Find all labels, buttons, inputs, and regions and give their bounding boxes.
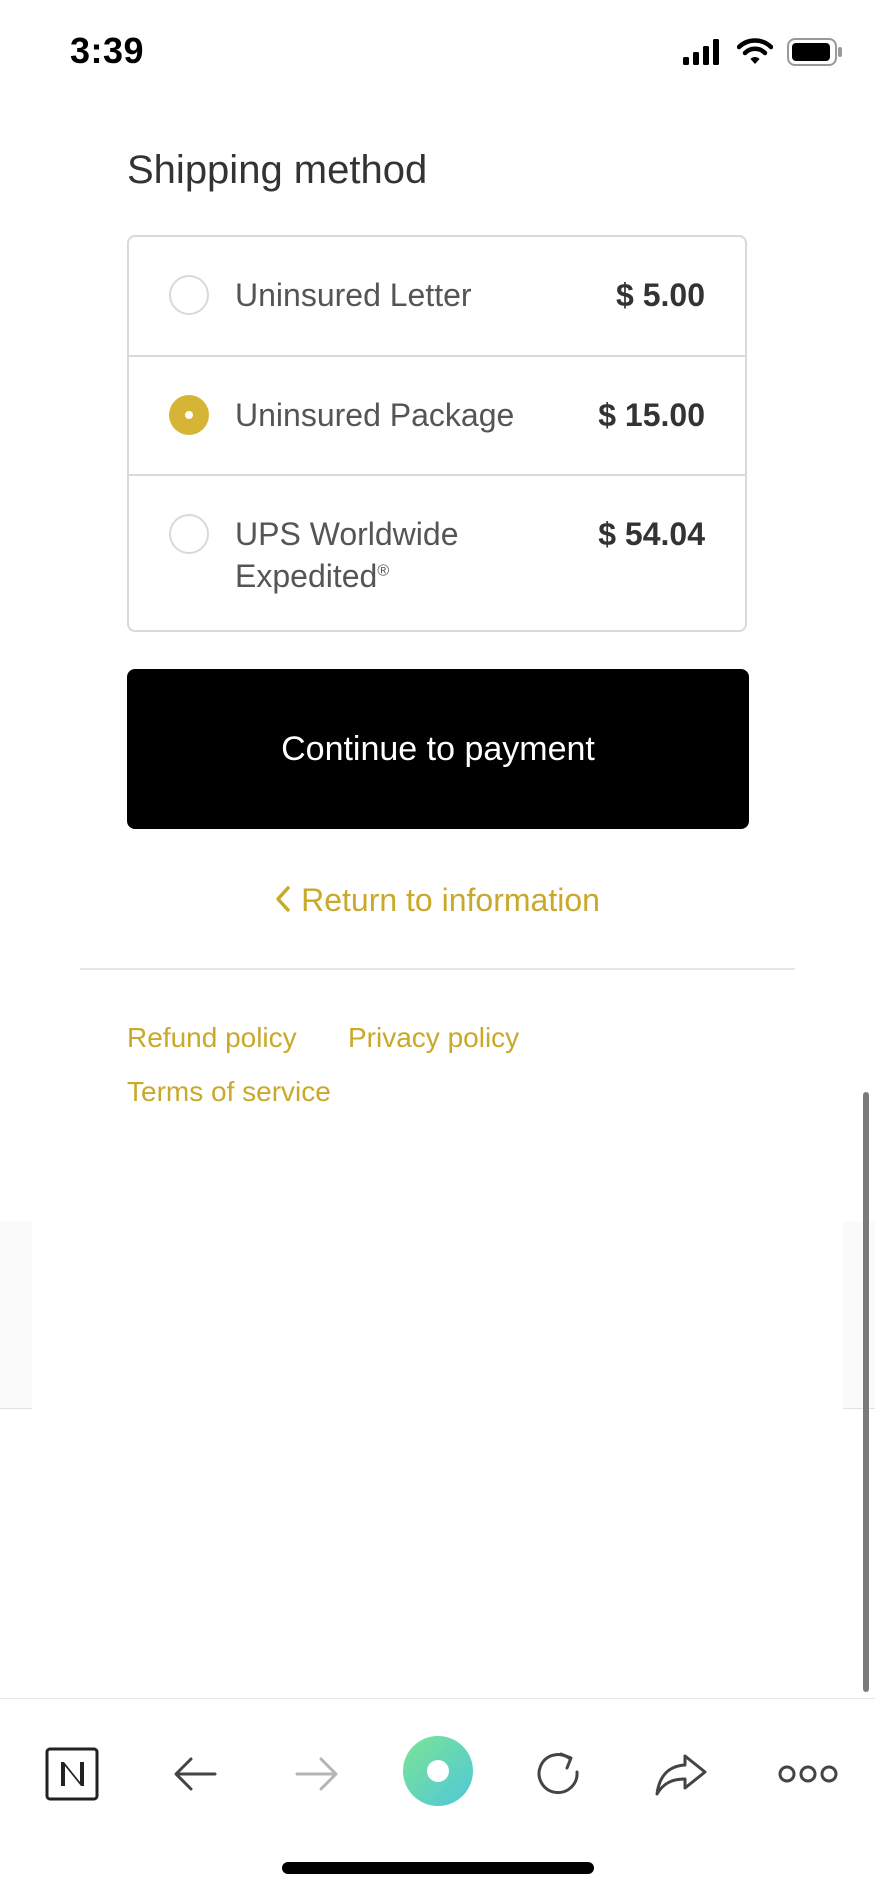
shipping-option-ups-worldwide[interactable]: UPS Worldwide Expedited® $ 54.04 [129, 474, 745, 630]
footer-divider [80, 968, 795, 970]
refund-policy-link[interactable]: Refund policy [127, 1022, 297, 1054]
shipping-options: Uninsured Letter $ 5.00 Uninsured Packag… [127, 235, 747, 632]
radio-button[interactable] [169, 514, 209, 554]
status-bar: 3:39 [0, 0, 875, 100]
wifi-icon [736, 38, 774, 71]
shipping-option-uninsured-letter[interactable]: Uninsured Letter $ 5.00 [129, 237, 745, 355]
share-icon[interactable] [646, 1739, 716, 1809]
radio-button[interactable] [169, 275, 209, 315]
home-indicator[interactable] [282, 1862, 594, 1874]
return-to-information-link[interactable]: Return to information [0, 882, 875, 921]
terms-of-service-link[interactable]: Terms of service [127, 1076, 331, 1108]
radio-button-selected[interactable] [169, 395, 209, 435]
shipping-option-name: Uninsured Package [235, 397, 515, 433]
shipping-option-name: UPS Worldwide Expedited® [235, 513, 515, 597]
more-icon[interactable] [768, 1739, 848, 1809]
shipping-option-uninsured-package[interactable]: Uninsured Package $ 15.00 [129, 355, 745, 474]
chevron-left-icon [275, 884, 291, 921]
page-title: Shipping method [127, 148, 428, 192]
status-time: 3:39 [70, 30, 145, 71]
reload-icon[interactable] [524, 1739, 594, 1809]
return-link-label: Return to information [301, 882, 600, 918]
right-edge-panel [843, 1222, 875, 1409]
shipping-option-price: $ 15.00 [598, 397, 705, 433]
shipping-option-price: $ 54.04 [598, 516, 705, 552]
registered-mark: ® [377, 562, 390, 580]
left-edge-panel [0, 1222, 32, 1409]
battery-icon [787, 38, 843, 71]
shipping-option-name: Uninsured Letter [235, 277, 472, 313]
continue-to-payment-button[interactable]: Continue to payment [127, 669, 749, 829]
shipping-option-price: $ 5.00 [616, 277, 705, 313]
back-arrow-icon[interactable] [160, 1739, 230, 1809]
notion-icon[interactable] [37, 1739, 107, 1809]
privacy-policy-link[interactable]: Privacy policy [348, 1022, 519, 1054]
signal-icon [683, 39, 723, 70]
scrollbar[interactable] [863, 1092, 869, 1692]
shipping-option-name-text: UPS Worldwide Expedited [235, 516, 459, 594]
status-icons [683, 38, 843, 71]
forward-arrow-icon[interactable] [282, 1739, 352, 1809]
home-circle-icon[interactable] [402, 1735, 474, 1807]
